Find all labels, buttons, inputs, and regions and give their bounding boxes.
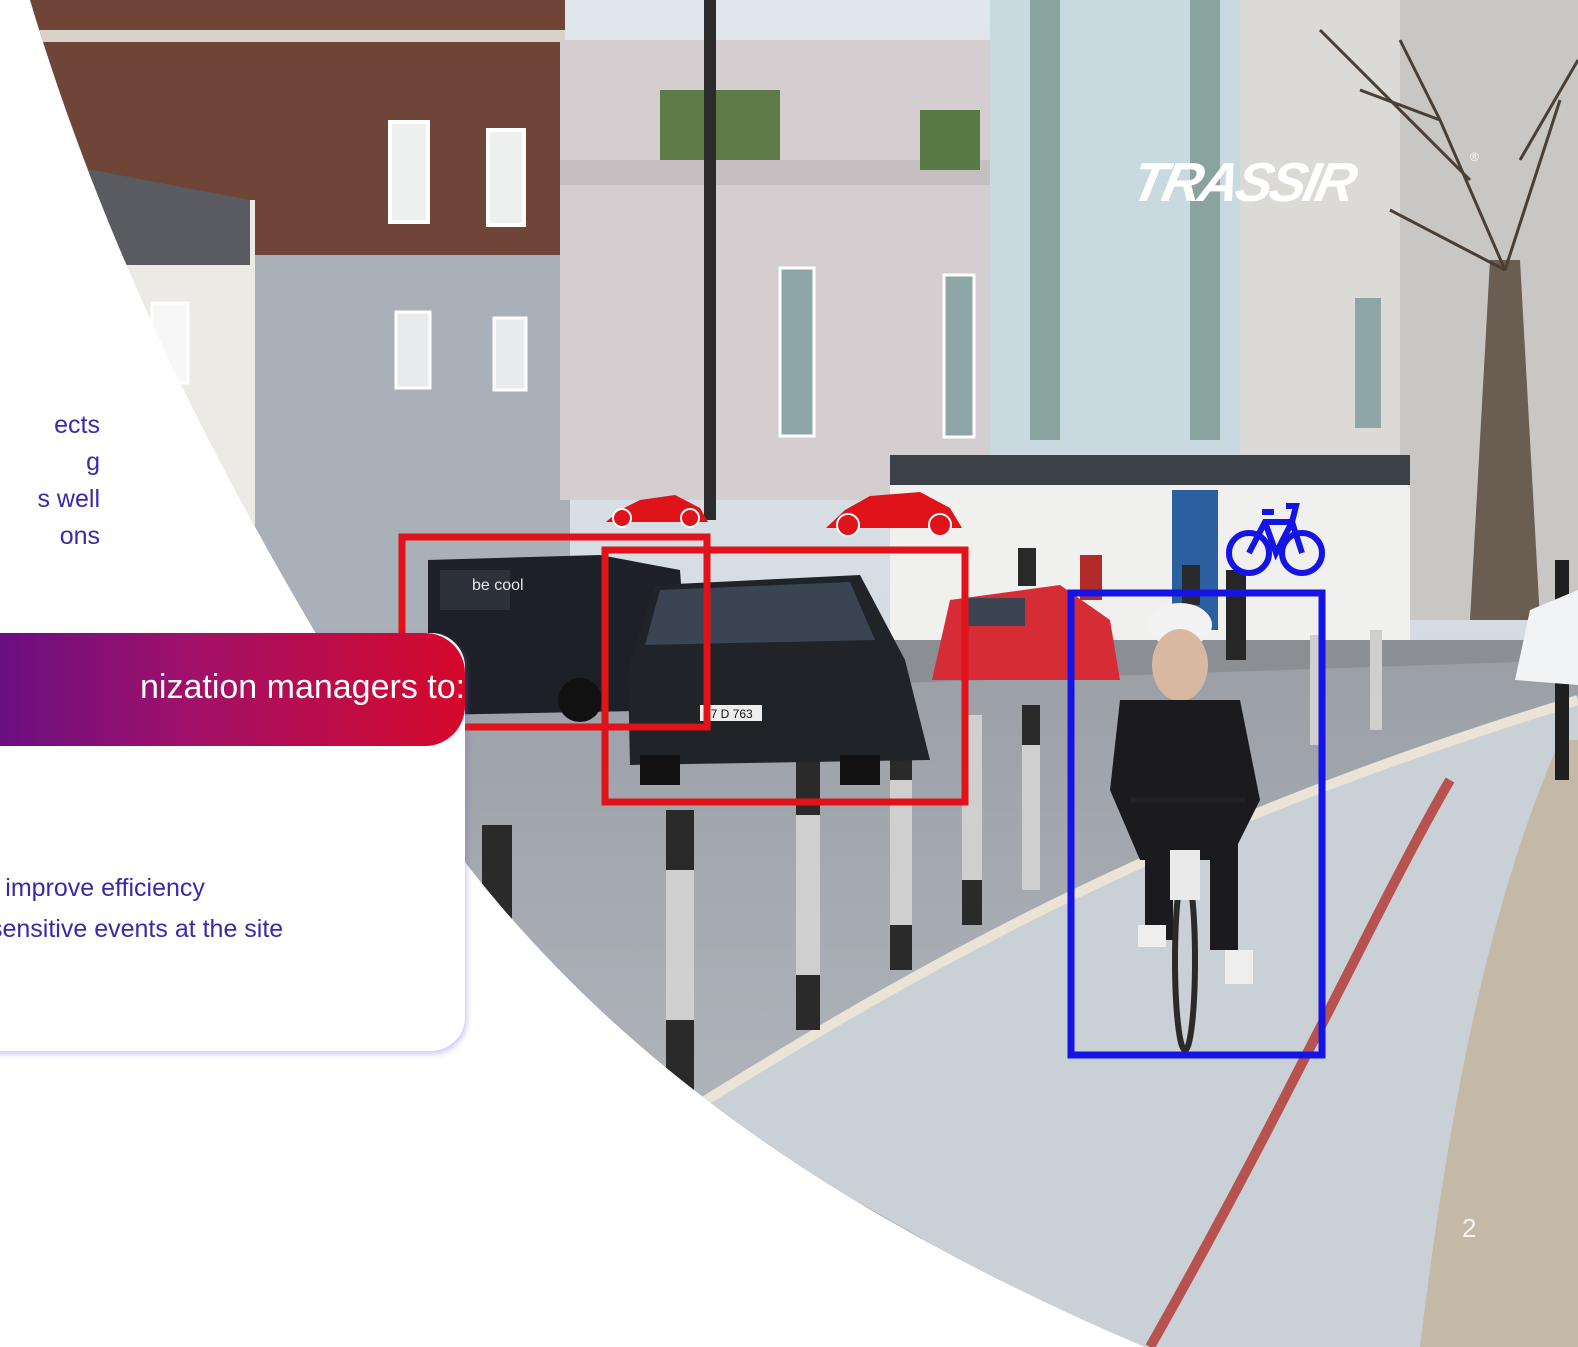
left-text-line: s well <box>37 485 100 513</box>
benefit-item: r improve efficiency <box>0 874 205 902</box>
slide: be cool 27 D 763 ects g s well ons nizat… <box>0 0 1578 1347</box>
benefit-item: sensitive events at the site <box>0 915 284 943</box>
van-logo-text: be cool <box>472 577 524 594</box>
trassir-logo: TRASSIR <box>1126 151 1360 213</box>
left-text-line: ons <box>59 522 100 550</box>
left-text-line: ects <box>54 411 100 439</box>
benefits-card-title: nization managers to: <box>140 668 466 706</box>
left-description-text: ects g s well ons <box>0 407 100 555</box>
registered-mark: ® <box>1470 150 1479 164</box>
left-text-line: g <box>86 448 100 476</box>
plate-text: 27 D 763 <box>704 707 753 721</box>
page-number: 2 <box>1462 1213 1477 1243</box>
